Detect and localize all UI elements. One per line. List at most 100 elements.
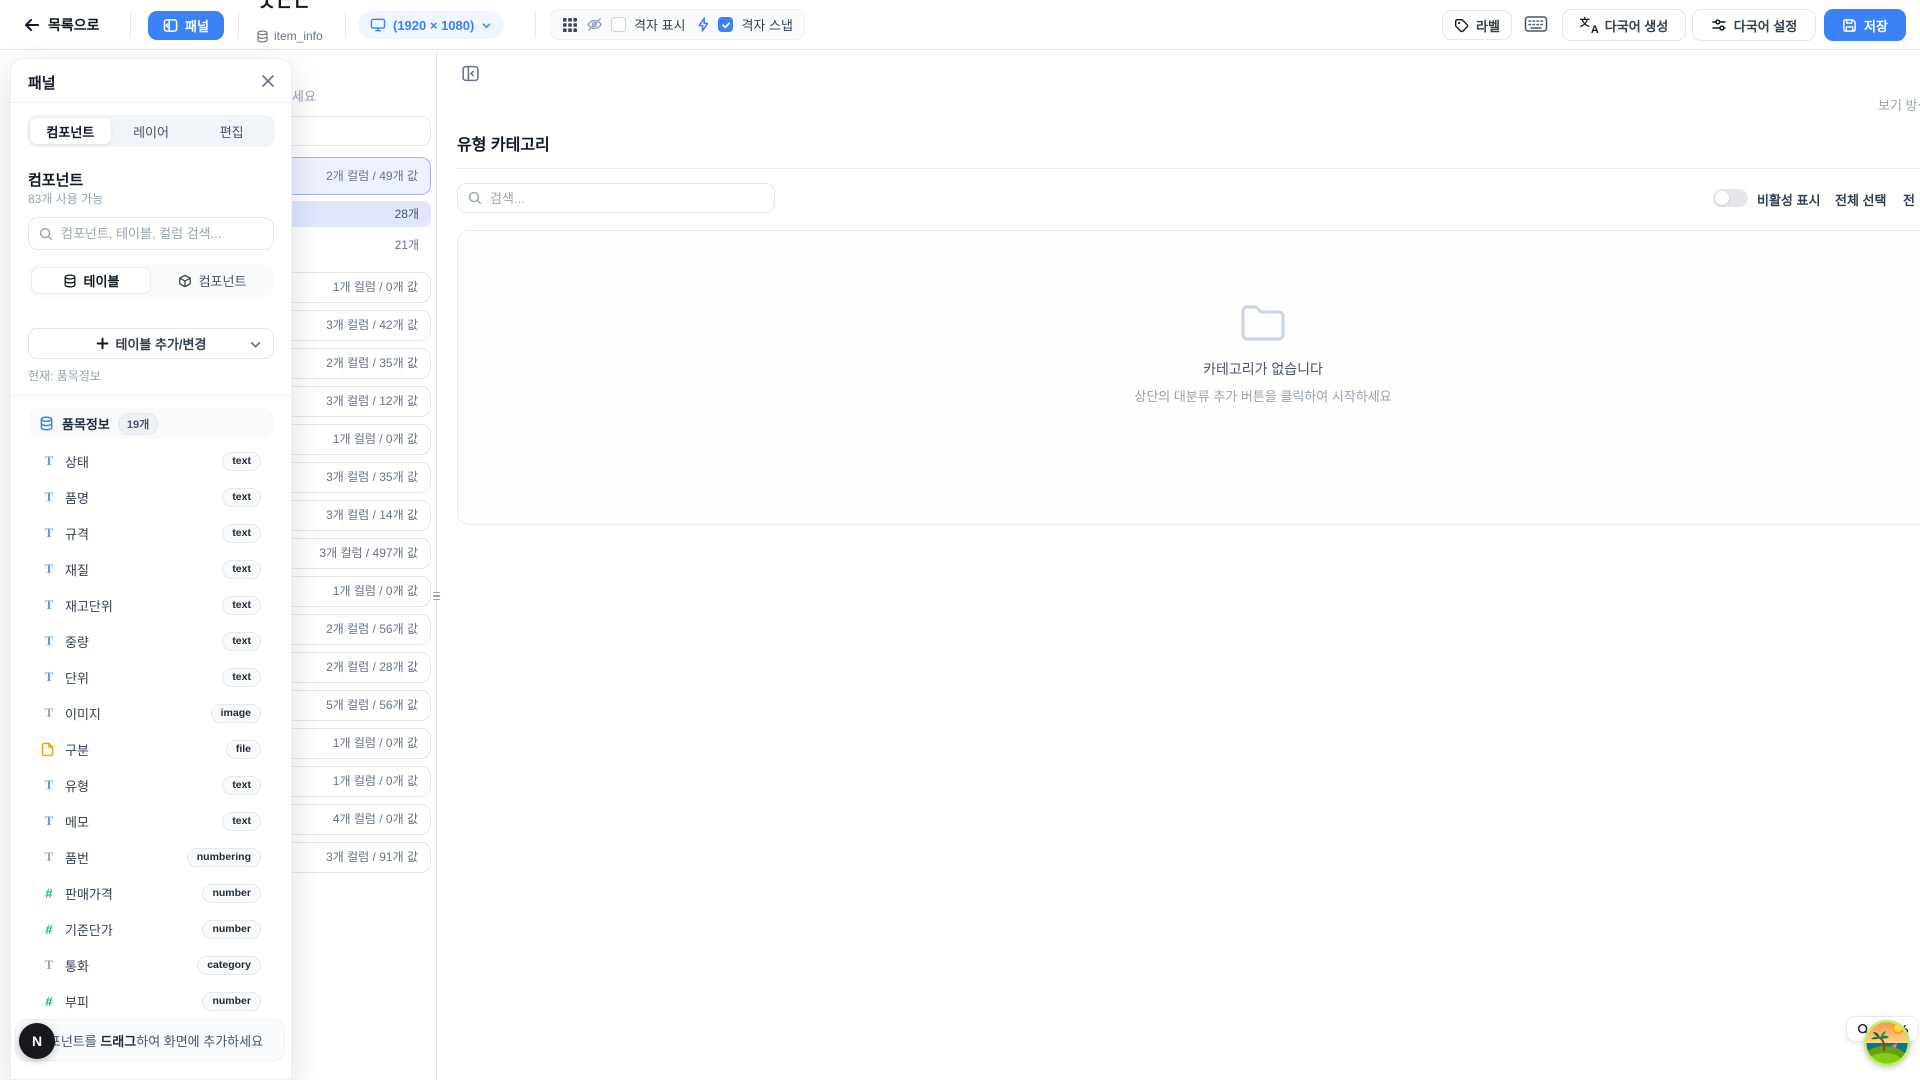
select-all-button[interactable]: 전체 선택 <box>1835 190 1886 209</box>
multilang-generate-label: 다국어 생성 <box>1605 16 1668 35</box>
field-row[interactable]: T 통화 category <box>11 951 291 979</box>
field-name: 메모 <box>65 812 89 831</box>
field-row[interactable]: T 유형 text <box>11 771 291 799</box>
category-search-input[interactable] <box>490 191 764 206</box>
toolbar-separator <box>238 12 239 38</box>
back-to-list-button[interactable]: 목록으로 <box>48 15 100 35</box>
add-table-button[interactable]: 테이블 추가/변경 <box>28 328 274 359</box>
text-icon: T <box>41 849 57 865</box>
main-canvas: 보기 방식 유형 카테고리 비활성 표시 전체 선택 전 카테고리가 없습니다 … <box>437 50 1920 1080</box>
field-type-badge: text <box>222 560 261 579</box>
toolbar-separator <box>130 12 131 38</box>
text-icon: T <box>41 633 57 649</box>
panel-toggle-button[interactable]: 패널 <box>148 11 224 40</box>
field-type-badge: text <box>222 668 261 687</box>
text-icon: T <box>41 705 57 721</box>
field-row[interactable]: # 기준단가 number <box>11 915 291 943</box>
empty-state-subtitle: 상단의 대분류 추가 버튼을 클릭하여 시작하세요 <box>1134 386 1391 405</box>
page-heading: 유형 카테고리 <box>457 131 550 155</box>
component-search-input[interactable] <box>61 226 263 241</box>
search-icon <box>39 227 53 241</box>
sliders-icon <box>1711 17 1727 33</box>
view-mode-label[interactable]: 보기 방식 <box>1878 95 1920 114</box>
multilang-settings-label: 다국어 설정 <box>1734 16 1797 35</box>
field-row[interactable]: T 재고단위 text <box>11 591 291 619</box>
text-icon: T <box>41 525 57 541</box>
close-icon[interactable] <box>257 70 279 92</box>
resolution-selector[interactable]: (1920 × 1080) <box>358 11 504 39</box>
panel-left-close-icon[interactable] <box>457 60 483 86</box>
field-row[interactable]: T 품명 text <box>11 483 291 511</box>
file-icon <box>41 742 57 757</box>
field-row[interactable]: T 재질 text <box>11 555 291 583</box>
plus-icon <box>96 337 109 350</box>
field-row[interactable]: T 단위 text <box>11 663 291 691</box>
grid-settings-group: 격자 표시 격자 스냅 <box>550 9 805 40</box>
field-row[interactable]: T 중량 text <box>11 627 291 655</box>
add-table-label: 테이블 추가/변경 <box>116 334 207 353</box>
clipped-action-label[interactable]: 전 <box>1903 190 1915 209</box>
multilang-generate-button[interactable]: 文 A 다국어 생성 <box>1562 9 1686 41</box>
label-button-text: 라벨 <box>1476 16 1500 35</box>
table-item[interactable]: 품목정보 19개 <box>29 408 273 439</box>
field-type-badge: text <box>222 812 261 831</box>
database-icon <box>256 30 269 43</box>
database-icon <box>39 416 54 431</box>
table-name: 품목정보 <box>62 414 110 433</box>
grid-snap-checkbox[interactable] <box>718 17 733 32</box>
tab-edit[interactable]: 편집 <box>191 118 272 144</box>
field-row[interactable]: T 품번 numbering <box>11 843 291 871</box>
lightning-icon <box>697 17 710 32</box>
divider <box>11 395 291 396</box>
field-row[interactable]: 구분 file <box>11 735 291 763</box>
hash-icon: # <box>41 886 57 901</box>
field-type-badge: text <box>222 596 261 615</box>
field-name: 단위 <box>65 668 89 687</box>
save-icon <box>1842 18 1857 33</box>
inactive-toggle[interactable] <box>1713 189 1748 207</box>
field-row[interactable]: # 판매가격 number <box>11 879 291 907</box>
field-row[interactable]: T 상태 text <box>11 447 291 475</box>
multilang-settings-button[interactable]: 다국어 설정 <box>1692 9 1816 41</box>
tag-icon <box>1454 18 1469 33</box>
back-arrow-icon[interactable] <box>22 15 42 35</box>
user-avatar[interactable] <box>1864 1020 1910 1066</box>
field-row[interactable]: T 메모 text <box>11 807 291 835</box>
panel-resize-handle[interactable] <box>433 588 440 604</box>
panel-title: 패널 <box>28 72 56 93</box>
grid-show-checkbox[interactable] <box>611 17 626 32</box>
panel-header: 패널 <box>11 59 291 103</box>
database-icon <box>63 274 77 288</box>
field-name: 구분 <box>65 740 89 759</box>
component-search <box>28 217 274 250</box>
field-type-badge: text <box>222 776 261 795</box>
tab-layers[interactable]: 레이어 <box>111 118 192 144</box>
field-type-badge: text <box>222 632 261 651</box>
keyboard-icon[interactable] <box>1524 14 1548 34</box>
text-icon: T <box>41 561 57 577</box>
label-button[interactable]: 라벨 <box>1442 10 1512 40</box>
text-icon: T <box>41 669 57 685</box>
save-button[interactable]: 저장 <box>1824 9 1906 41</box>
divider <box>457 168 1920 169</box>
folder-icon <box>1239 301 1287 343</box>
mode-table-label: 테이블 <box>84 271 120 290</box>
toolbar-separator <box>345 12 346 38</box>
field-name: 부피 <box>65 992 89 1011</box>
text-icon: T <box>41 813 57 829</box>
empty-state-card: 카테고리가 없습니다 상단의 대분류 추가 버튼을 클릭하여 시작하세요 <box>457 230 1920 525</box>
field-type-badge: image <box>211 704 261 723</box>
tab-components[interactable]: 컴포넌트 <box>30 118 111 144</box>
source-mode-toggle: 테이블 컴포넌트 <box>28 264 274 297</box>
field-name: 이미지 <box>65 704 101 723</box>
panel-icon <box>163 18 178 33</box>
monitor-icon <box>370 18 386 32</box>
field-row[interactable]: T 규격 text <box>11 519 291 547</box>
field-row[interactable]: # 부피 number <box>11 987 291 1015</box>
grid-icon <box>562 17 578 33</box>
mode-component-button[interactable]: 컴포넌트 <box>153 267 271 294</box>
field-row[interactable]: T 이미지 image <box>11 699 291 727</box>
field-type-badge: category <box>197 956 261 975</box>
table-reference: item_info <box>256 29 323 43</box>
mode-table-button[interactable]: 테이블 <box>31 267 151 294</box>
